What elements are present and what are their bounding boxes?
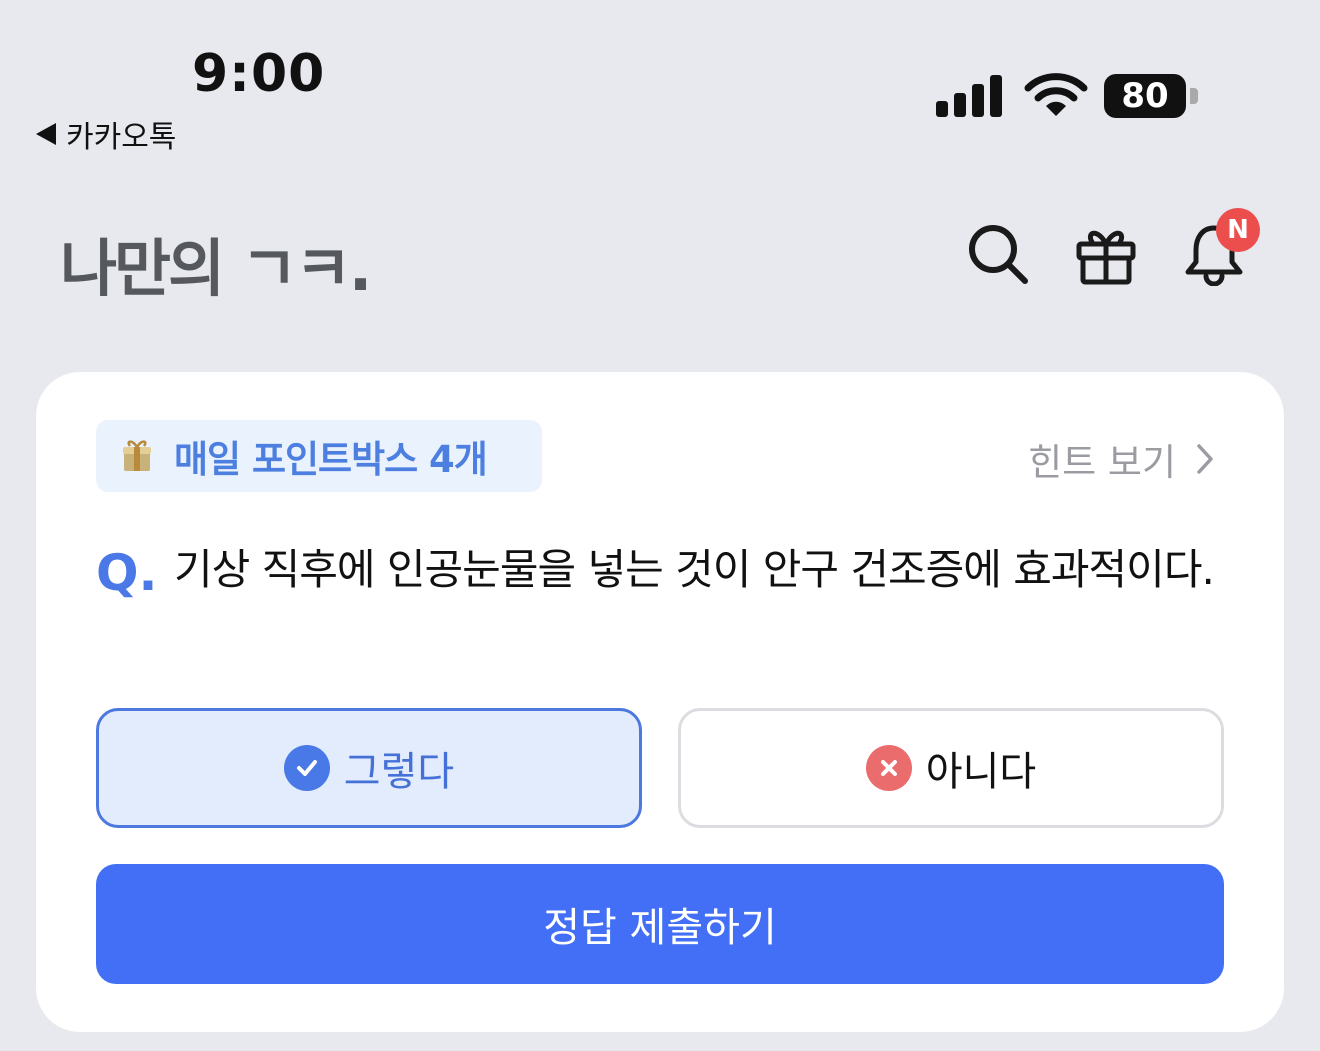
answer-yes-button[interactable]: 그렇다 — [96, 708, 642, 828]
hint-link[interactable]: 힌트 보기 — [1028, 432, 1214, 486]
wifi-icon — [1024, 73, 1088, 116]
status-time: 9:00 — [192, 44, 326, 104]
search-icon[interactable] — [966, 222, 1030, 286]
back-triangle-icon — [36, 123, 56, 145]
gift-icon[interactable] — [1074, 222, 1138, 286]
check-circle-icon — [283, 745, 330, 791]
pointbox-label: 매일 포인트박스 4개 — [174, 438, 488, 481]
question-prefix: Q. — [96, 544, 158, 602]
answer-no-label: 아니다 — [925, 749, 1037, 795]
chevron-right-icon — [1197, 444, 1213, 474]
status-indicators — [936, 72, 1088, 118]
battery-nub — [1190, 88, 1198, 104]
question-text: 기상 직후에 인공눈물을 넣는 것이 안구 건조증에 효과적이다. — [174, 545, 1215, 594]
quiz-card: 매일 포인트박스 4개 힌트 보기 Q. 기상 직후에 인공눈물을 넣는 것이 … — [36, 372, 1284, 1032]
daily-pointbox-chip[interactable]: 매일 포인트박스 4개 — [96, 420, 542, 492]
x-circle-icon — [865, 745, 912, 791]
hint-label: 힌트 보기 — [1028, 441, 1176, 484]
answer-no-button[interactable]: 아니다 — [678, 708, 1224, 828]
submit-answer-button[interactable]: 정답 제출하기 — [96, 864, 1224, 984]
battery-indicator: 80 — [1104, 74, 1186, 118]
cellular-signal-icon — [936, 75, 1002, 117]
back-app-label: 카카오톡 — [66, 120, 177, 155]
gift-box-icon — [123, 440, 151, 471]
app-logo[interactable]: 나만의 ㄱㅋ. — [60, 218, 372, 308]
notification-badge: N — [1216, 208, 1260, 252]
back-to-app-link[interactable]: 카카오톡 — [36, 112, 176, 156]
answer-yes-label: 그렇다 — [343, 749, 455, 795]
